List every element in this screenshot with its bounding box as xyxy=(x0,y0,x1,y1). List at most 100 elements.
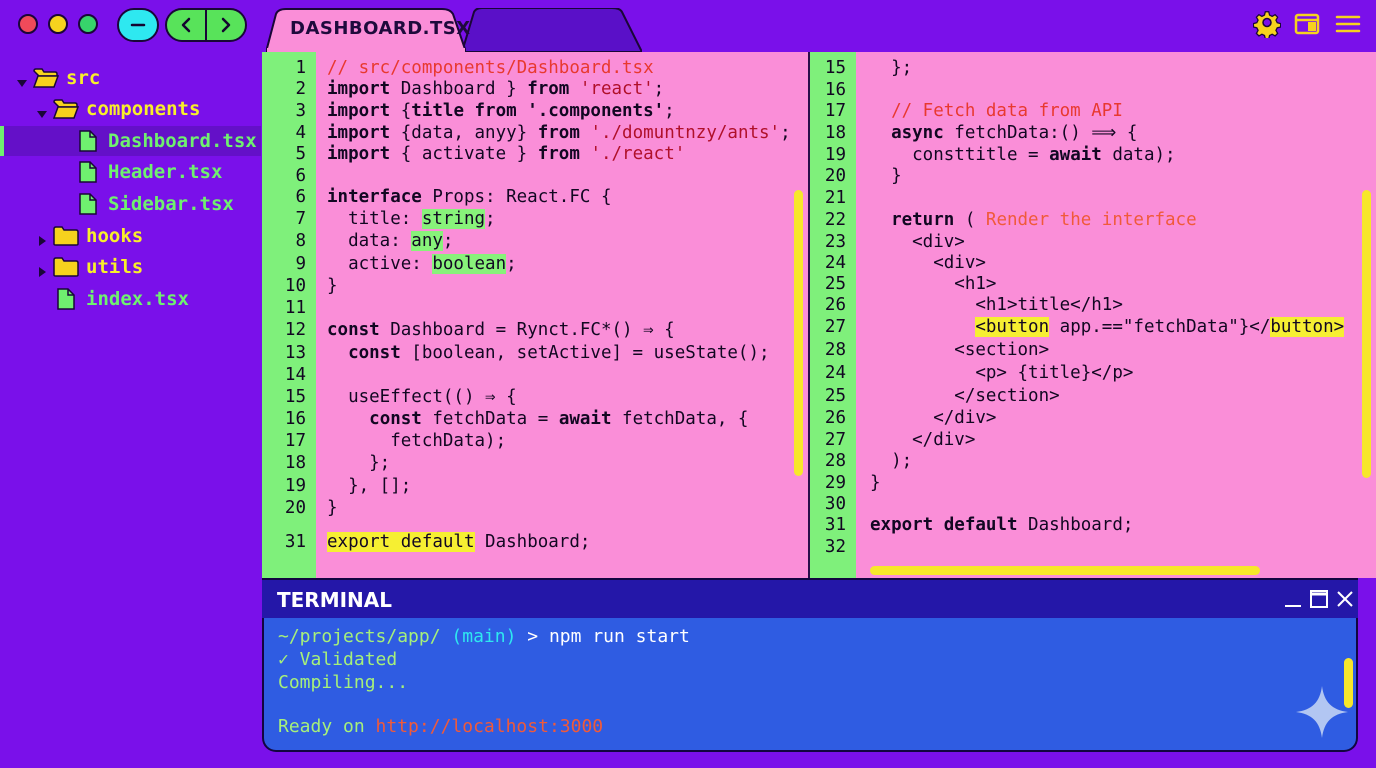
code-line[interactable]: 30 xyxy=(810,493,1376,515)
code-line[interactable]: 15 useEffect(() ⇒ { xyxy=(262,386,808,408)
caret-right-icon[interactable] xyxy=(36,261,48,277)
caret-down-icon[interactable] xyxy=(36,103,48,118)
code-line[interactable]: 28 ); xyxy=(810,450,1376,472)
tree-folder-src[interactable]: src xyxy=(0,63,261,93)
code-token: fetchData:() ⟹ { xyxy=(943,123,1138,143)
code-line[interactable]: 17 // Fetch data from API xyxy=(810,100,1376,122)
window-maximize-button[interactable] xyxy=(78,14,98,34)
code-line[interactable]: 4 import {data, anyy} from './domuntnzy/a… xyxy=(262,122,808,144)
window-close-button[interactable] xyxy=(18,14,38,34)
code-line[interactable]: 18 }; xyxy=(262,452,808,474)
code-token: Props: React.FC { xyxy=(421,187,612,207)
tree-file-header-tsx[interactable]: Header.tsx xyxy=(0,157,261,187)
code-line[interactable]: 29} xyxy=(810,472,1376,494)
code-line[interactable]: 17 fetchData); xyxy=(262,430,808,452)
ready-text: Ready on xyxy=(278,716,376,737)
code-line[interactable]: 13 const [boolean, setActive] = useState… xyxy=(262,342,808,364)
code-line[interactable]: 10} xyxy=(262,275,808,297)
tree-file-index-tsx[interactable]: index.tsx xyxy=(0,284,261,314)
code-line[interactable]: 6 interface Props: React.FC { xyxy=(262,186,808,208)
code-token: from xyxy=(537,144,580,164)
code-line[interactable]: 20} xyxy=(262,497,808,519)
code-token: Render the interface xyxy=(985,210,1197,230)
code-line[interactable]: 8 data: any; xyxy=(262,230,808,252)
terminal-minimize-button[interactable] xyxy=(1282,588,1304,610)
code-text: <section> xyxy=(870,339,1049,361)
code-line[interactable]: 19 }, []; xyxy=(262,475,808,497)
code-token: ( xyxy=(954,210,986,230)
code-line[interactable]: 26 </div> xyxy=(810,407,1376,429)
tree-file-sidebar-tsx[interactable]: Sidebar.tsx xyxy=(0,189,261,219)
left-pane-scrollbar[interactable] xyxy=(794,190,803,476)
caret-down-icon[interactable] xyxy=(16,72,28,87)
code-line[interactable]: 23 <div> xyxy=(810,231,1376,253)
code-text: <p> {title}</p> xyxy=(870,362,1133,384)
code-line[interactable]: 27 <button app.=="fetchData"}</button> xyxy=(810,316,1376,338)
code-line[interactable]: 26 <h1>title</h1> xyxy=(810,294,1376,316)
line-number: 24 xyxy=(824,363,846,383)
menu-button[interactable] xyxy=(1334,10,1362,38)
tree-folder-components[interactable]: components xyxy=(0,94,261,124)
code-line[interactable]: 9 active: boolean; xyxy=(262,253,808,275)
tab-dashboard[interactable]: DASHBOARD.TSX xyxy=(266,8,470,52)
code-line[interactable]: 24 <p> {title}</p> xyxy=(810,362,1376,384)
window-minimize-button[interactable] xyxy=(48,14,68,34)
code-line[interactable]: 25 </section> xyxy=(810,385,1376,407)
tab-inactive[interactable] xyxy=(462,8,642,52)
right-pane-horizontal-scrollbar[interactable] xyxy=(870,566,1260,575)
code-line[interactable]: 16 xyxy=(810,79,1376,101)
code-text: async fetchData:() ⟹ { xyxy=(870,122,1137,144)
code-line[interactable]: 5 import { activate } from './react' xyxy=(262,143,808,165)
code-line[interactable]: 21 xyxy=(810,187,1376,209)
code-line[interactable]: 16 const fetchData = await fetchData, { xyxy=(262,408,808,430)
tree-folder-hooks[interactable]: hooks xyxy=(0,221,261,251)
code-token: ; xyxy=(780,123,791,143)
code-line[interactable]: 12 const Dashboard = Rynct.FC*() ⇒ { xyxy=(262,319,808,341)
right-pane-scrollbar[interactable] xyxy=(1362,190,1371,478)
tree-folder-utils[interactable]: utils xyxy=(0,252,261,282)
code-line[interactable]: 19 consttitle = await data); xyxy=(810,144,1376,166)
terminal-maximize-button[interactable] xyxy=(1308,588,1330,610)
code-token: export default xyxy=(870,515,1018,535)
collapse-button[interactable] xyxy=(117,8,159,42)
tree-file-dashboard-tsx[interactable]: Dashboard.tsx xyxy=(0,126,261,156)
code-token: export default xyxy=(327,532,475,552)
line-number: 20 xyxy=(824,166,846,186)
code-token: ; xyxy=(506,254,517,274)
code-line[interactable]: 22 return ( Render the interface xyxy=(810,209,1376,231)
layout-toggle-button[interactable] xyxy=(1293,10,1321,38)
editor-pane-right[interactable]: 15 }; 16 17 // Fetch data from API 18 async… xyxy=(810,52,1376,578)
code-line[interactable]: 18 async fetchData:() ⟹ { xyxy=(810,122,1376,144)
code-text: ); xyxy=(870,450,912,472)
editor-pane-left[interactable]: 1 // src/components/Dashboard.tsx 2 import … xyxy=(262,52,808,578)
code-line[interactable]: 1 // src/components/Dashboard.tsx xyxy=(262,57,808,79)
back-button[interactable] xyxy=(167,10,205,40)
close-icon xyxy=(1337,591,1353,607)
code-line[interactable]: 27 </div> xyxy=(810,429,1376,451)
code-line[interactable]: 31 export default Dashboard; xyxy=(262,531,808,553)
code-line[interactable]: 3 import {title from '.components'; xyxy=(262,100,808,122)
code-token: useEffect(() ⇒ { xyxy=(327,387,517,407)
code-line[interactable]: 2 import Dashboard } from 'react'; xyxy=(262,78,808,100)
code-text: // Fetch data from API xyxy=(870,100,1123,122)
terminal-output[interactable]: ~/projects/app/ (main) > npm run start ✓… xyxy=(262,618,1358,752)
code-line[interactable]: 31 export default Dashboard; xyxy=(810,514,1376,536)
terminal-close-button[interactable] xyxy=(1334,588,1356,610)
code-line[interactable]: 32 xyxy=(810,536,1376,558)
code-line[interactable]: 28 <section> xyxy=(810,339,1376,361)
tree-item-label: hooks xyxy=(86,225,144,247)
code-line[interactable]: 7 title: string; xyxy=(262,208,808,230)
code-line[interactable]: 14 xyxy=(262,364,808,386)
code-token: title: xyxy=(327,209,422,229)
code-line[interactable]: 11 xyxy=(262,297,808,319)
settings-button[interactable] xyxy=(1252,10,1282,40)
code-line[interactable]: 20 } xyxy=(810,165,1376,187)
code-line[interactable]: 6 xyxy=(262,165,808,187)
forward-button[interactable] xyxy=(205,10,245,40)
caret-right-icon[interactable] xyxy=(36,230,48,246)
code-line[interactable]: 25 <h1> xyxy=(810,273,1376,295)
code-line[interactable]: 24 <div> xyxy=(810,252,1376,274)
line-number: 30 xyxy=(824,494,846,514)
ready-url-link[interactable]: http://localhost:3000 xyxy=(376,716,604,737)
code-line[interactable]: 15 }; xyxy=(810,57,1376,79)
